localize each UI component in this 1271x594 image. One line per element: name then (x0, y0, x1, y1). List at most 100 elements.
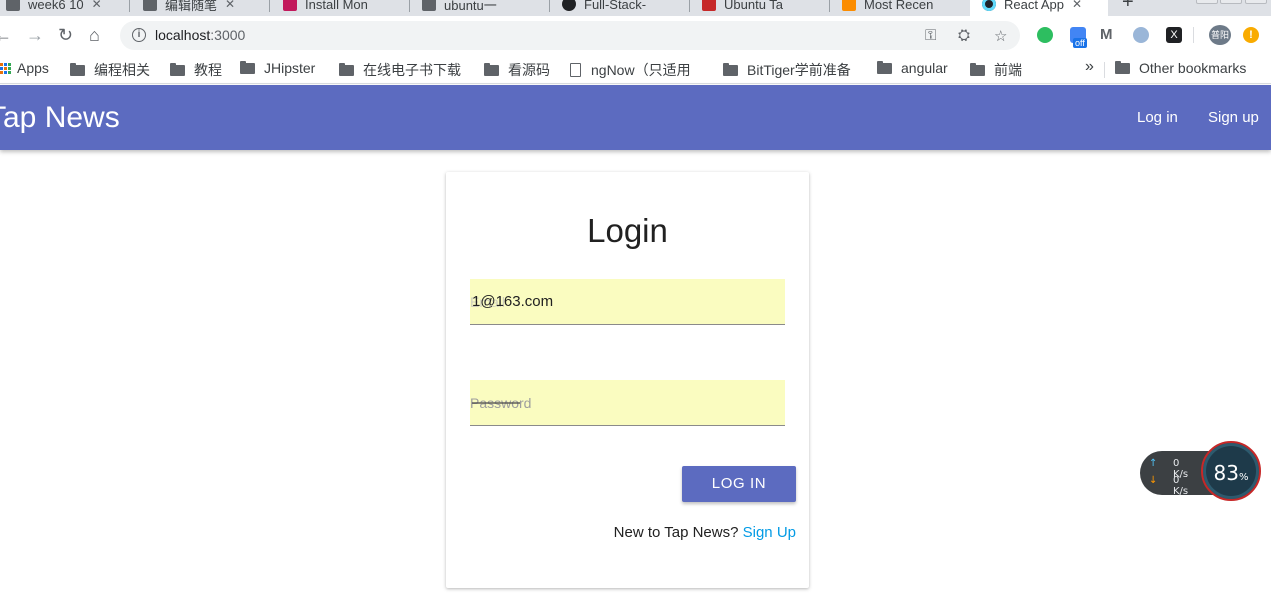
tab-title: 编辑随笔 (165, 0, 218, 13)
avatar[interactable]: 普阳 (1209, 25, 1231, 45)
login-button[interactable]: LOG IN (682, 466, 796, 502)
react-icon (982, 0, 996, 11)
github-icon (562, 0, 576, 11)
tab-divider (269, 0, 270, 12)
tab-favicon-icon (143, 0, 157, 11)
tab-title: Full-Stack- (584, 0, 647, 12)
other-bookmarks[interactable]: Other bookmarks (1115, 60, 1246, 76)
folder-icon (484, 62, 499, 76)
folder-icon (970, 62, 985, 76)
alert-icon[interactable]: ! (1243, 27, 1259, 43)
tab-favicon-icon (422, 0, 436, 11)
star-icon[interactable]: ☆ (994, 27, 1007, 45)
close-icon[interactable]: ✕ (1072, 0, 1082, 11)
upload-speed: ↑ 0 K/s (1149, 458, 1189, 480)
gauge-percent: 83% (1213, 461, 1249, 485)
bookmark-page[interactable]: ngNow（只适用 (570, 60, 718, 80)
apps-grid-icon (0, 62, 11, 74)
upload-arrow-icon: ↑ (1149, 458, 1158, 469)
page-title: Login (587, 212, 668, 249)
browser-tab[interactable]: Most Recen (842, 0, 933, 16)
tab-title: week6 10 (28, 0, 84, 12)
tab-title: Install Mon (305, 0, 368, 12)
folder-icon (70, 62, 85, 76)
tab-favicon-icon (842, 0, 856, 11)
email-field[interactable]: Email 1@163.com (470, 279, 785, 325)
tab-title: ubuntu一 (444, 0, 497, 13)
tab-favicon-icon (283, 0, 297, 11)
close-window-button[interactable] (1245, 0, 1267, 4)
back-icon[interactable]: ← (0, 25, 12, 45)
login-card: Login Email 1@163.com Password LOG IN Ne… (446, 172, 809, 588)
browser-tab[interactable]: Install Mon (283, 0, 368, 16)
gmail-icon[interactable]: M (1100, 26, 1113, 43)
home-icon[interactable]: ⌂ (89, 25, 100, 45)
evernote-icon[interactable] (1037, 27, 1053, 43)
toolbar-divider (1193, 27, 1194, 43)
brand-logo[interactable]: Tap News (0, 101, 120, 135)
page-icon (570, 63, 581, 77)
bookmark-folder[interactable]: 编程相关 (70, 60, 150, 80)
tab-divider (689, 0, 690, 12)
tab-title: Most Recen (864, 0, 934, 12)
browser-toolbar: ← → ↻ ⌂ i localhost:3000 ⚿ ⛭ ☆ off M X 普… (0, 16, 1271, 54)
app-header: Tap News Log in Sign up (0, 85, 1271, 150)
x-extension-icon[interactable]: X (1166, 27, 1182, 43)
browser-tab[interactable]: Ubuntu Ta (702, 0, 783, 16)
bookmarks-overflow-button[interactable]: » (1085, 58, 1094, 76)
bookmark-folder[interactable]: 看源码 (484, 60, 550, 80)
memory-gauge[interactable]: 83% (1201, 441, 1261, 501)
folder-icon (240, 60, 255, 74)
login-link[interactable]: Log in (1137, 109, 1178, 126)
close-icon[interactable]: ✕ (92, 0, 102, 11)
folder-icon (339, 62, 354, 76)
signup-link-inline[interactable]: Sign Up (743, 524, 796, 541)
bookmark-folder[interactable]: 前端 (970, 60, 1022, 80)
bookmark-apps[interactable]: Apps (0, 60, 49, 76)
folder-icon (877, 60, 892, 74)
tab-divider (409, 0, 410, 12)
download-arrow-icon: ↓ (1149, 475, 1158, 486)
signup-prompt: New to Tap News? Sign Up (613, 524, 796, 541)
email-value: 1@163.com (472, 293, 554, 310)
bookmark-folder[interactable]: 教程 (170, 60, 222, 80)
browser-tab[interactable]: 编辑随笔 ✕ (143, 0, 235, 16)
bookmark-folder[interactable]: 在线电子书下载 (339, 60, 461, 80)
maximize-button[interactable] (1220, 0, 1242, 4)
folder-icon (170, 62, 185, 76)
bookmarks-divider (1104, 62, 1105, 78)
password-mask (472, 402, 520, 404)
tab-favicon-icon (6, 0, 20, 11)
bookmark-folder[interactable]: angular (877, 60, 948, 76)
tab-divider (129, 0, 130, 12)
minimize-button[interactable] (1196, 0, 1218, 4)
new-tab-button[interactable]: + (1122, 0, 1134, 14)
tab-favicon-icon (702, 0, 716, 11)
close-icon[interactable]: ✕ (225, 0, 235, 11)
browser-tab[interactable]: Full-Stack- (562, 0, 646, 16)
info-icon[interactable]: i (132, 28, 146, 42)
address-bar[interactable]: i localhost:3000 ⚿ ⛭ ☆ (120, 21, 1020, 50)
translate-icon[interactable]: ⛭ (958, 27, 970, 44)
password-field[interactable]: Password (470, 380, 785, 426)
folder-icon (1115, 60, 1130, 74)
forward-icon[interactable]: → (26, 25, 44, 45)
browser-tab[interactable]: ubuntu一 (422, 0, 497, 16)
browser-tab[interactable]: week6 10 ✕ (6, 0, 102, 16)
bookmark-folder[interactable]: JHipster (240, 60, 315, 76)
folder-icon (723, 62, 738, 76)
tab-divider (549, 0, 550, 12)
extension-circle-icon[interactable] (1133, 27, 1149, 43)
tab-title: Ubuntu Ta (724, 0, 784, 12)
signup-link[interactable]: Sign up (1208, 109, 1259, 126)
tab-strip: week6 10 ✕ 编辑随笔 ✕ Install Mon ubuntu一 Fu… (0, 0, 1271, 16)
tab-title: React App (1004, 0, 1064, 12)
reload-icon[interactable]: ↻ (58, 25, 73, 45)
browser-tab-active[interactable]: React App ✕ (970, 0, 1108, 16)
off-badge: off (1073, 38, 1087, 48)
bookmark-folder[interactable]: BitTiger学前准备 (723, 60, 863, 80)
bookmarks-bar: Apps 编程相关 教程 JHipster 在线电子书下载 看源码 ngNow（… (0, 54, 1271, 84)
download-speed: ↓ 0 K/s (1149, 475, 1189, 497)
url-text[interactable]: localhost:3000 (155, 27, 245, 43)
key-icon[interactable]: ⚿ (925, 27, 936, 44)
